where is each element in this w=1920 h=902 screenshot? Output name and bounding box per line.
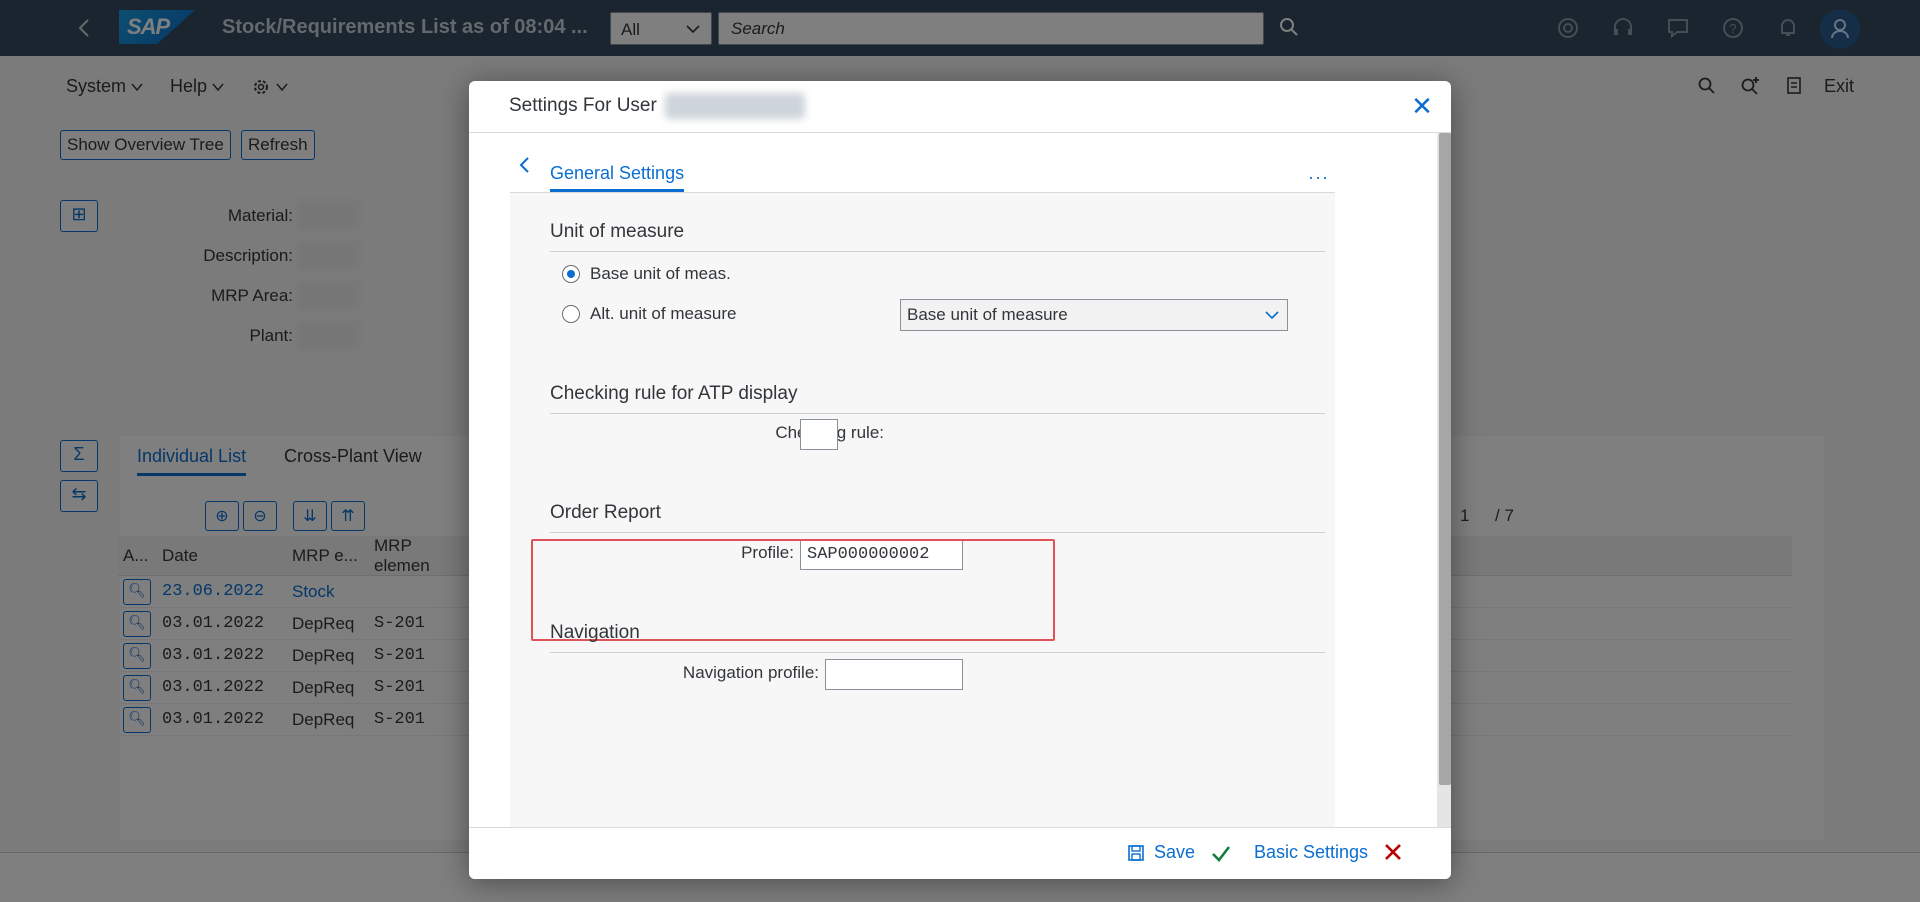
confirm-button[interactable]	[1210, 842, 1232, 864]
dialog-title: Settings For User	[509, 95, 657, 116]
checking-rule-input[interactable]	[800, 419, 838, 450]
dialog-body: General Settings ··· Unit of measure Bas…	[469, 133, 1451, 827]
navigation-section: Navigation	[550, 622, 1325, 653]
dialog-header: Settings For User ✕	[469, 81, 1451, 133]
atp-section: Checking rule for ATP display	[550, 383, 1325, 414]
order-report-section: Order Report	[550, 502, 1325, 533]
radio-unselected-icon	[562, 305, 580, 323]
navigation-profile-label: Navigation profile:	[682, 663, 819, 682]
save-button[interactable]: Save	[1126, 842, 1195, 863]
save-icon	[1128, 844, 1144, 861]
navigation-title: Navigation	[550, 622, 1325, 653]
overflow-icon[interactable]: ···	[1308, 167, 1329, 188]
uom-section: Unit of measure	[550, 221, 1325, 252]
close-icon[interactable]: ✕	[1407, 91, 1437, 121]
base-unit-label: Base unit of meas.	[590, 264, 731, 283]
radio-selected-icon	[562, 265, 580, 283]
atp-title: Checking rule for ATP display	[550, 383, 1325, 414]
checking-rule-label: Checking rule:	[775, 423, 884, 442]
basic-settings-button[interactable]: Basic Settings	[1254, 842, 1368, 863]
back-icon[interactable]	[516, 155, 534, 175]
unit-of-measure-select[interactable]: Base unit of measure	[900, 299, 1288, 331]
navigation-profile-input[interactable]	[825, 659, 963, 690]
alt-unit-radio[interactable]: Alt. unit of measure	[562, 304, 736, 324]
scrollbar-thumb[interactable]	[1439, 133, 1451, 785]
settings-nav-bar: General Settings ···	[510, 133, 1335, 193]
chevron-down-icon	[1265, 311, 1279, 320]
cancel-icon	[1385, 844, 1401, 860]
tab-general-settings[interactable]: General Settings	[550, 163, 685, 192]
order-report-title: Order Report	[550, 502, 1325, 533]
uom-title: Unit of measure	[550, 221, 1325, 252]
cancel-button[interactable]	[1383, 842, 1403, 862]
base-unit-radio[interactable]: Base unit of meas.	[562, 264, 731, 284]
save-label: Save	[1154, 842, 1196, 862]
settings-dialog: Settings For User ✕ General Settings ···…	[469, 81, 1451, 879]
unit-of-measure-value: Base unit of measure	[907, 305, 1068, 324]
dialog-user-name	[665, 93, 805, 119]
dialog-footer: Save Basic Settings	[469, 827, 1451, 879]
checkmark-icon	[1212, 846, 1231, 862]
alt-unit-label: Alt. unit of measure	[590, 304, 737, 323]
